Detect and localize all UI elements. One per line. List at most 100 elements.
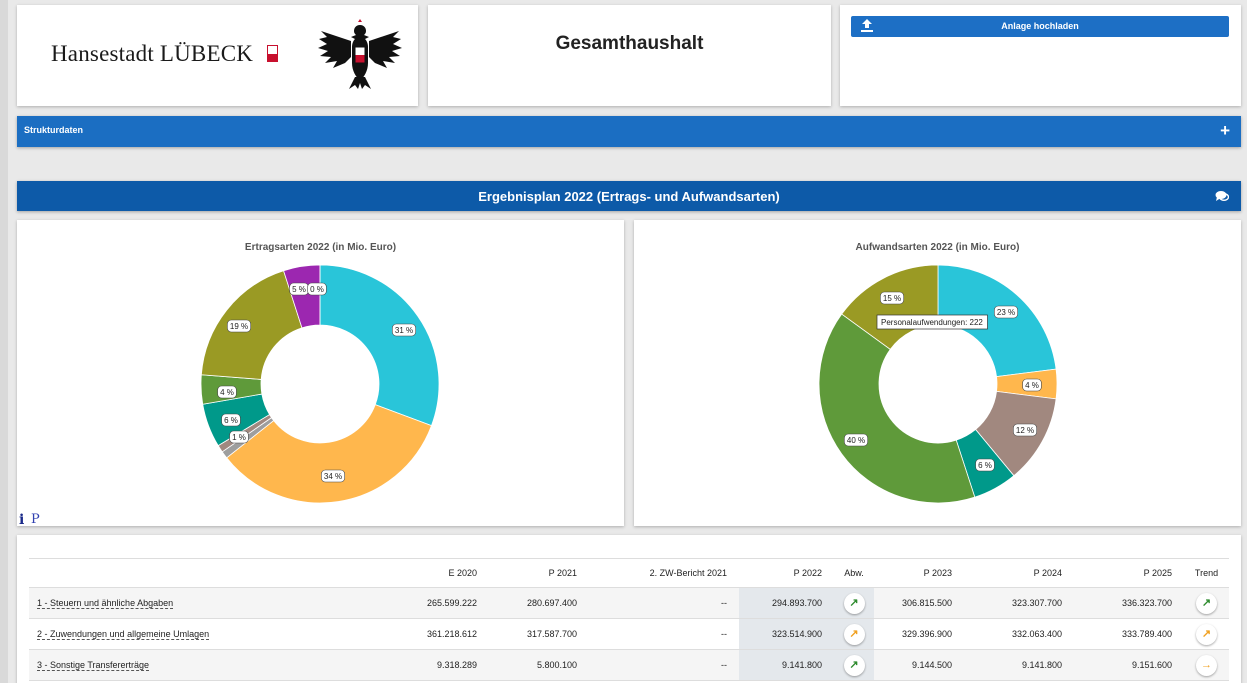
cell-zw2021: -- bbox=[721, 629, 727, 639]
title-card: Gesamthaushalt bbox=[428, 5, 831, 106]
cell-zw2021: -- bbox=[721, 660, 727, 670]
info-icon[interactable]: i bbox=[19, 512, 24, 528]
col-header-p2022[interactable]: P 2022 bbox=[739, 558, 834, 588]
table-cell: 329.396.900 bbox=[874, 618, 964, 650]
col-header-p2021[interactable]: P 2021 bbox=[489, 558, 589, 588]
slice-data-label: 19 % bbox=[227, 319, 252, 333]
row-name-link[interactable]: 2 - Zuwendungen und allgemeine Umlagen bbox=[37, 629, 210, 640]
svg-text:40 %: 40 % bbox=[847, 436, 865, 445]
table-cell: 9.318.289 bbox=[369, 649, 489, 681]
cell-p2024: 323.307.700 bbox=[1011, 598, 1062, 608]
trend-arrow-icon[interactable]: → bbox=[1196, 654, 1217, 676]
table-cell: 332.063.400 bbox=[964, 618, 1074, 650]
table-cell: 323.514.900 bbox=[739, 618, 834, 650]
table-cell: -- bbox=[589, 587, 739, 619]
cell-p2021: 317.587.700 bbox=[526, 629, 577, 639]
cell-p2025: 333.789.400 bbox=[1121, 629, 1172, 639]
table-cell: ↗ bbox=[834, 587, 874, 619]
table-header-row: E 2020 P 2021 2. ZW-Bericht 2021 P 2022 … bbox=[29, 558, 1229, 588]
section-header: Ergebnisplan 2022 (Ertrags- und Aufwands… bbox=[17, 181, 1241, 211]
abw-arrow-icon[interactable]: ↗ bbox=[843, 654, 865, 676]
table-cell: 306.815.500 bbox=[874, 587, 964, 619]
comment-icon[interactable] bbox=[1215, 190, 1229, 202]
slice-data-label: 4 % bbox=[217, 385, 237, 399]
cell-p2023: 306.815.500 bbox=[901, 598, 952, 608]
trend-arrow-icon[interactable]: ↗ bbox=[1196, 623, 1217, 645]
table-cell: 1 - Steuern und ähnliche Abgaben bbox=[29, 587, 369, 619]
strukturdaten-label: Strukturdaten bbox=[24, 125, 84, 135]
table-cell: 265.599.222 bbox=[369, 587, 489, 619]
abw-arrow-icon[interactable]: ↗ bbox=[843, 623, 865, 645]
donut-slice[interactable] bbox=[200, 270, 303, 380]
table-cell: 280.697.400 bbox=[489, 587, 589, 619]
eagle-crest-icon bbox=[318, 19, 402, 89]
col-header-p2025[interactable]: P 2025 bbox=[1074, 558, 1184, 588]
logo-flag-icon bbox=[267, 45, 278, 62]
svg-text:5 %: 5 % bbox=[292, 285, 306, 294]
cell-zw2021: -- bbox=[721, 598, 727, 608]
cell-p2022: 294.893.700 bbox=[771, 598, 822, 608]
donut-slice[interactable] bbox=[818, 313, 976, 504]
table-cell: 336.323.700 bbox=[1074, 587, 1184, 619]
cell-p2025: 336.323.700 bbox=[1121, 598, 1172, 608]
row-name-link[interactable]: 3 - Sonstige Transfererträge bbox=[37, 660, 150, 671]
ertragsarten-chart-card: Ertragsarten 2022 (in Mio. Euro) 31 % 34 … bbox=[17, 220, 624, 528]
cell-e2020: 9.318.289 bbox=[436, 660, 477, 670]
table-cell: 294.893.700 bbox=[739, 587, 834, 619]
slice-data-label: 15 % bbox=[880, 291, 905, 305]
upload-attachment-button[interactable]: Anlage hochladen bbox=[851, 16, 1229, 37]
col-header-abw: Abw. bbox=[834, 558, 874, 588]
svg-text:1 %: 1 % bbox=[232, 433, 246, 442]
upload-card: Anlage hochladen bbox=[840, 5, 1241, 106]
table-cell: 3 - Sonstige Transfererträge bbox=[29, 649, 369, 681]
slice-data-label: 40 % bbox=[844, 433, 869, 447]
slice-data-label: 6 % bbox=[221, 413, 241, 427]
slice-data-label: 6 % bbox=[975, 458, 995, 472]
table-cell: 9.144.500 bbox=[874, 649, 964, 681]
row-name-link[interactable]: 1 - Steuern und ähnliche Abgaben bbox=[37, 598, 174, 609]
svg-text:23 %: 23 % bbox=[997, 308, 1015, 317]
table-row[interactable]: 3 - Sonstige Transfererträge 9.318.289 5.8… bbox=[29, 649, 1229, 681]
col-header-e2020[interactable]: E 2020 bbox=[369, 558, 489, 588]
abw-arrow-icon[interactable]: ↗ bbox=[843, 592, 865, 614]
svg-text:31 %: 31 % bbox=[395, 326, 413, 335]
aufwandsarten-donut-chart: 23 % 4 % 12 % 6 % 40 % 15 % Personalaufwendung… bbox=[818, 264, 1058, 504]
table-cell: 2 - Zuwendungen und allgemeine Umlagen bbox=[29, 618, 369, 650]
cell-p2024: 332.063.400 bbox=[1011, 629, 1062, 639]
slice-data-label: 23 % bbox=[993, 305, 1018, 319]
svg-text:12 %: 12 % bbox=[1016, 426, 1034, 435]
cell-p2022: 323.514.900 bbox=[771, 629, 822, 639]
cell-p2023: 329.396.900 bbox=[901, 629, 952, 639]
col-header-trend: Trend bbox=[1184, 558, 1229, 588]
table-cell: 9.141.800 bbox=[739, 649, 834, 681]
cell-e2020: 361.218.612 bbox=[426, 629, 477, 639]
cell-p2024: 9.141.800 bbox=[1021, 660, 1062, 670]
col-header-zw2021[interactable]: 2. ZW-Bericht 2021 bbox=[589, 558, 739, 588]
trend-arrow-icon[interactable]: ↗ bbox=[1196, 592, 1217, 614]
svg-text:15 %: 15 % bbox=[883, 294, 901, 303]
left-strip bbox=[0, 0, 8, 683]
svg-text:34 %: 34 % bbox=[324, 472, 342, 481]
donut-slice[interactable] bbox=[319, 264, 440, 427]
strukturdaten-accordion[interactable]: Strukturdaten + bbox=[17, 116, 1241, 147]
table-cell: -- bbox=[589, 618, 739, 650]
table-body: 1 - Steuern und ähnliche Abgaben 265.599.… bbox=[29, 587, 1229, 681]
svg-text:4 %: 4 % bbox=[220, 388, 234, 397]
svg-text:0 %: 0 % bbox=[310, 285, 324, 294]
expand-plus-icon[interactable]: + bbox=[1220, 121, 1230, 141]
p-icon[interactable]: P bbox=[31, 512, 40, 527]
slice-data-label: 4 % bbox=[1022, 378, 1042, 392]
table-row[interactable]: 2 - Zuwendungen und allgemeine Umlagen 36… bbox=[29, 618, 1229, 650]
cell-p2023: 9.144.500 bbox=[911, 660, 952, 670]
table-row[interactable]: 1 - Steuern und ähnliche Abgaben 265.599.… bbox=[29, 587, 1229, 619]
col-header-p2024[interactable]: P 2024 bbox=[964, 558, 1074, 588]
col-header-p2023[interactable]: P 2023 bbox=[874, 558, 964, 588]
page-title: Gesamthaushalt bbox=[555, 33, 704, 54]
table-cell: 317.587.700 bbox=[489, 618, 589, 650]
cell-p2021: 5.800.100 bbox=[536, 660, 577, 670]
svg-text:Personalaufwendungen: 222: Personalaufwendungen: 222 bbox=[881, 318, 983, 327]
table-cell: → bbox=[1184, 649, 1229, 681]
upload-button-label: Anlage hochladen bbox=[1001, 21, 1079, 31]
chart-tooltip: Personalaufwendungen: 222 bbox=[876, 314, 988, 330]
cell-p2022: 9.141.800 bbox=[781, 660, 822, 670]
